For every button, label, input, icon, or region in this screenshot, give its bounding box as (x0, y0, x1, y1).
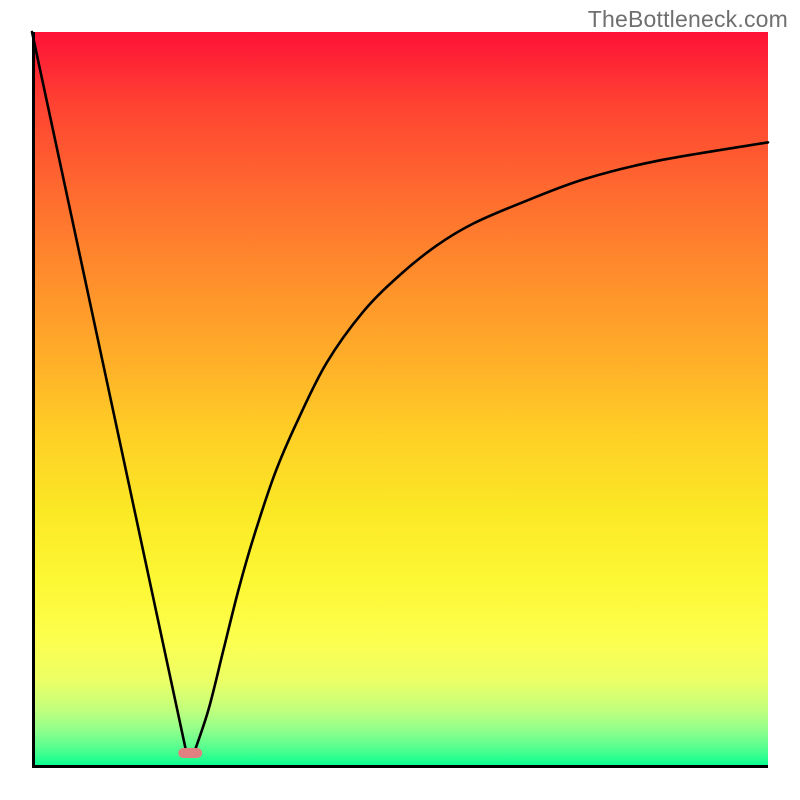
chart-curve-layer (32, 32, 768, 768)
bottleneck-chart: TheBottleneck.com (0, 0, 800, 800)
right-curve-path (194, 142, 768, 753)
left-line-path (32, 32, 187, 753)
watermark-text: TheBottleneck.com (588, 6, 788, 33)
optimal-marker (178, 748, 202, 758)
